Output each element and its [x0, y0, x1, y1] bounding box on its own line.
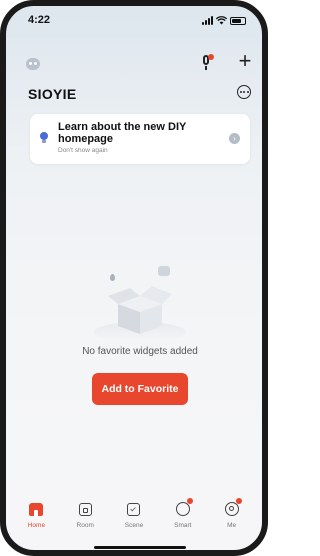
tab-home[interactable]: Home	[15, 500, 57, 544]
room-icon	[78, 502, 92, 516]
home-indicator[interactable]	[94, 546, 186, 549]
chip-decoration	[158, 266, 170, 276]
tab-me[interactable]: Me	[211, 498, 253, 544]
cellular-signal-icon	[202, 16, 213, 25]
status-icons	[202, 16, 246, 25]
empty-box-icon	[94, 286, 186, 340]
robot-icon[interactable]	[26, 58, 40, 70]
scene-icon	[127, 502, 141, 516]
diy-homepage-banner[interactable]: Learn about the new DIY homepage Don't s…	[30, 114, 250, 164]
status-bar: 4:22	[6, 12, 262, 34]
add-to-favorite-button[interactable]: Add to Favorite	[92, 373, 188, 405]
tab-label: Room	[76, 522, 94, 529]
wifi-icon	[216, 16, 227, 25]
notification-dot	[186, 498, 193, 504]
notification-dot	[235, 498, 242, 504]
lightbulb-icon	[40, 132, 48, 143]
status-time: 4:22	[28, 14, 51, 26]
smart-icon	[175, 502, 190, 516]
tab-label: Home	[27, 522, 46, 529]
tab-room[interactable]: Room	[64, 500, 106, 544]
plus-icon[interactable]: +	[236, 50, 254, 72]
bottom-tab-bar: Home Room Scene Smart Me	[12, 498, 256, 544]
chevron-right-icon[interactable]: ›	[229, 133, 240, 144]
ellipsis-circle-icon[interactable]	[237, 85, 251, 99]
tab-smart[interactable]: Smart	[162, 498, 204, 544]
empty-state-message: No favorite widgets added	[82, 346, 198, 357]
dont-show-again-link[interactable]: Don't show again	[58, 147, 108, 154]
profile-icon	[224, 502, 239, 516]
tab-label: Smart	[174, 522, 192, 529]
tab-scene[interactable]: Scene	[113, 500, 155, 544]
banner-title: Learn about the new DIY homepage	[58, 121, 187, 145]
home-name[interactable]: SIOYIE	[28, 86, 76, 102]
battery-icon	[230, 16, 246, 25]
microphone-icon[interactable]	[198, 54, 214, 72]
phone-frame: 4:22 + SIOYIE Learn about the new DIY ho…	[0, 0, 268, 556]
drop-decoration	[110, 274, 115, 281]
home-icon	[29, 502, 44, 516]
tab-label: Scene	[124, 522, 144, 529]
tab-label: Me	[227, 522, 237, 529]
notification-dot	[208, 54, 214, 60]
